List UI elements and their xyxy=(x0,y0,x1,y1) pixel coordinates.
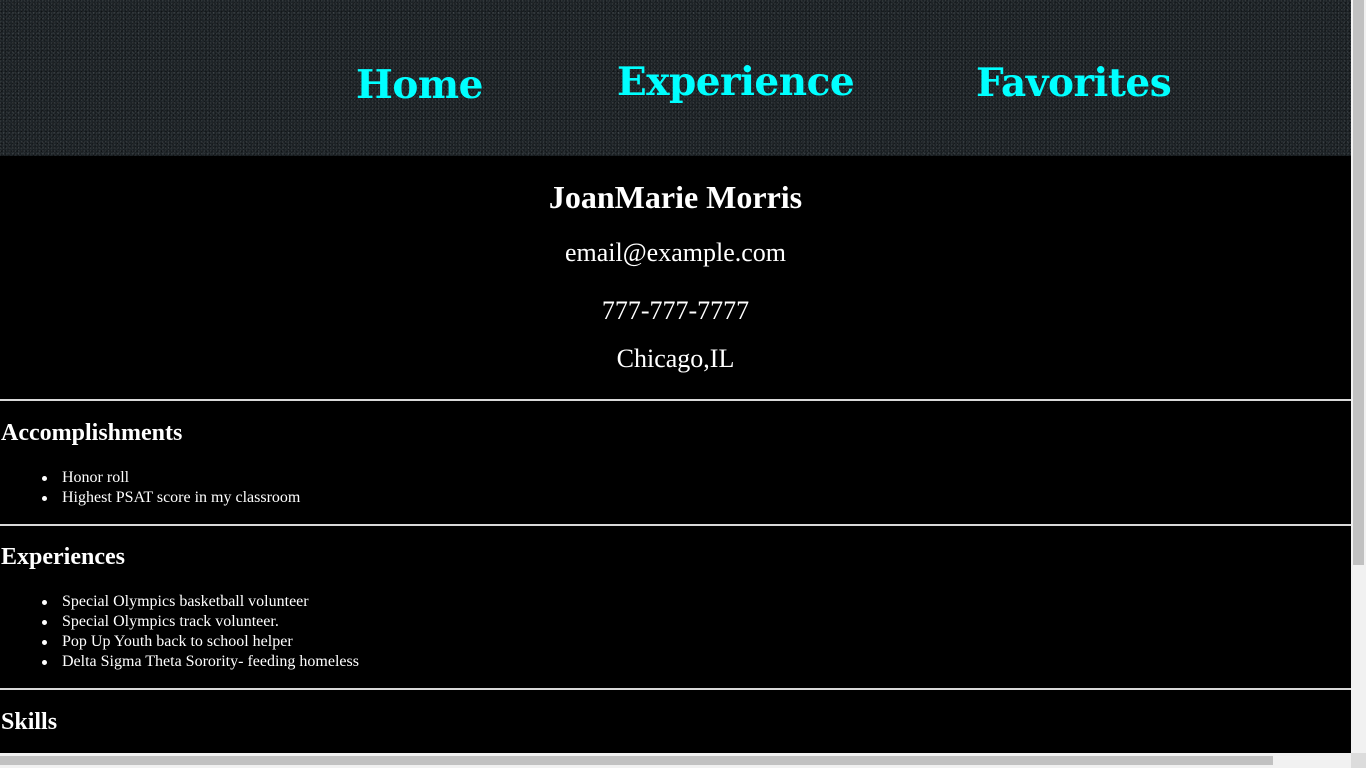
list-item: Special Olympics track volunteer. xyxy=(42,612,359,632)
list-item-text: Special Olympics track volunteer. xyxy=(62,613,279,630)
bullet-icon xyxy=(42,600,47,605)
horizontal-scrollbar-thumb[interactable] xyxy=(0,756,1273,765)
section-divider xyxy=(0,688,1351,690)
nav-link-home[interactable]: Home xyxy=(356,62,483,108)
nav-link-experience[interactable]: Experience xyxy=(617,59,855,105)
experiences-list: Special Olympics basketball volunteer Sp… xyxy=(42,592,359,672)
list-item-text: Delta Sigma Theta Sorority- feeding home… xyxy=(62,653,359,670)
vertical-scrollbar[interactable] xyxy=(1351,0,1366,753)
top-navigation: Home Experience Favorites xyxy=(0,0,1351,156)
accomplishments-list: Honor roll Highest PSAT score in my clas… xyxy=(42,468,301,508)
vertical-scrollbar-thumb[interactable] xyxy=(1353,0,1364,565)
experiences-heading: Experiences xyxy=(1,544,125,570)
browser-viewport: Home Experience Favorites JoanMarie Morr… xyxy=(0,0,1366,768)
nav-link-favorites[interactable]: Favorites xyxy=(976,60,1172,106)
scrollbar-corner xyxy=(1351,753,1366,768)
section-divider xyxy=(0,399,1351,401)
bullet-icon xyxy=(42,640,47,645)
accomplishments-heading: Accomplishments xyxy=(1,420,183,446)
horizontal-scrollbar[interactable] xyxy=(0,753,1351,768)
list-item: Delta Sigma Theta Sorority- feeding home… xyxy=(42,652,359,672)
bullet-icon xyxy=(42,620,47,625)
skills-heading: Skills xyxy=(1,709,58,735)
bullet-icon xyxy=(42,660,47,665)
list-item-text: Honor roll xyxy=(62,469,130,486)
list-item: Honor roll xyxy=(42,468,300,488)
resume-page: Home Experience Favorites JoanMarie Morr… xyxy=(0,0,1351,753)
contact-email: email@example.com xyxy=(564,238,787,267)
section-divider xyxy=(0,524,1351,526)
bullet-icon xyxy=(42,476,47,481)
list-item: Pop Up Youth back to school helper xyxy=(42,632,359,652)
list-item: Highest PSAT score in my classroom xyxy=(42,488,301,508)
resume-name: JoanMarie Morris xyxy=(548,179,803,215)
bullet-icon xyxy=(42,496,47,501)
list-item-text: Pop Up Youth back to school helper xyxy=(62,633,293,650)
contact-phone: 777-777-7777 xyxy=(601,296,750,325)
list-item-text: Highest PSAT score in my classroom xyxy=(62,489,301,506)
list-item: Special Olympics basketball volunteer xyxy=(42,592,359,612)
contact-location: Chicago,IL xyxy=(616,344,735,373)
list-item-text: Special Olympics basketball volunteer xyxy=(62,593,309,610)
